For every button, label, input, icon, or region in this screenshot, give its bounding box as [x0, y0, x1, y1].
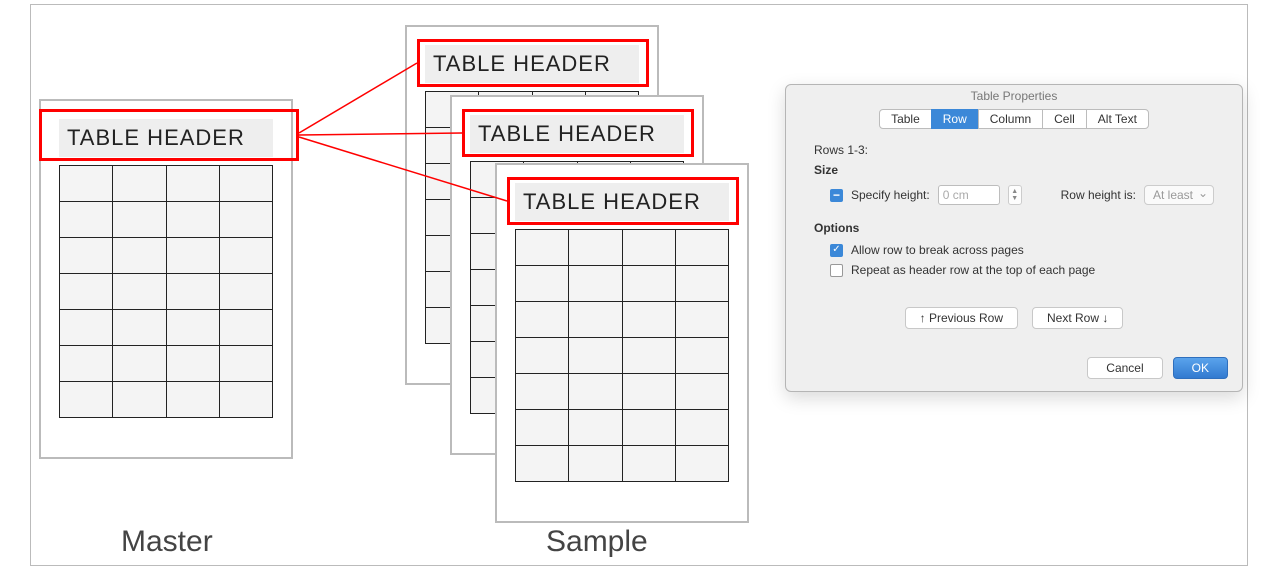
- dialog-title: Table Properties: [786, 85, 1242, 107]
- height-stepper[interactable]: ▲ ▼: [1008, 185, 1022, 205]
- row-height-is-dropdown[interactable]: At least: [1144, 185, 1214, 205]
- table-row: [516, 374, 729, 410]
- table-row: [516, 230, 729, 266]
- repeat-header-row: Repeat as header row at the top of each …: [830, 263, 1214, 277]
- table-row: [60, 274, 273, 310]
- sample3-table-header: TABLE HEADER: [515, 183, 729, 221]
- specify-height-input[interactable]: 0 cm: [938, 185, 1000, 205]
- tab-row[interactable]: Row: [931, 109, 979, 129]
- specify-height-label: Specify height:: [851, 188, 930, 202]
- tab-cell[interactable]: Cell: [1042, 109, 1087, 129]
- row-height-is-label: Row height is:: [1061, 188, 1136, 202]
- table-row: [60, 382, 273, 418]
- size-section-title: Size: [814, 163, 1214, 177]
- repeat-header-checkbox[interactable]: [830, 264, 843, 277]
- chevron-up-icon: ▲: [1011, 188, 1018, 195]
- previous-row-button[interactable]: ↑ Previous Row: [905, 307, 1018, 329]
- specify-height-checkbox[interactable]: −: [830, 189, 843, 202]
- rows-range-label: Rows 1-3:: [814, 143, 1214, 157]
- table-row: [60, 202, 273, 238]
- cancel-button[interactable]: Cancel: [1087, 357, 1162, 379]
- allow-break-row: ✓ Allow row to break across pages: [830, 243, 1214, 257]
- sample1-table-header: TABLE HEADER: [425, 45, 639, 83]
- specify-height-row: − Specify height: 0 cm ▲ ▼ Row height is…: [830, 185, 1214, 205]
- table-row: [516, 446, 729, 482]
- table-row: [60, 310, 273, 346]
- sample3-table-grid: [515, 229, 729, 482]
- ok-button[interactable]: OK: [1173, 357, 1228, 379]
- next-row-button[interactable]: Next Row ↓: [1032, 307, 1123, 329]
- table-row: [516, 266, 729, 302]
- tab-alt-text[interactable]: Alt Text: [1086, 109, 1149, 129]
- dialog-tabs: Table Row Column Cell Alt Text: [786, 109, 1242, 129]
- master-table-header: TABLE HEADER: [59, 119, 273, 157]
- table-row: [516, 410, 729, 446]
- dialog-footer: Cancel OK: [786, 347, 1242, 391]
- dialog-body: Rows 1-3: Size − Specify height: 0 cm ▲ …: [786, 143, 1242, 347]
- allow-break-checkbox[interactable]: ✓: [830, 244, 843, 257]
- table-row: [60, 166, 273, 202]
- sample-label: Sample: [546, 525, 648, 559]
- dialog-nav: ↑ Previous Row Next Row ↓: [814, 307, 1214, 329]
- table-row: [516, 338, 729, 374]
- table-row: [60, 346, 273, 382]
- sample2-table-header: TABLE HEADER: [470, 115, 684, 153]
- master-table-grid: [59, 165, 273, 418]
- repeat-header-label: Repeat as header row at the top of each …: [851, 263, 1095, 277]
- tab-column[interactable]: Column: [978, 109, 1043, 129]
- table-row: [60, 238, 273, 274]
- master-label: Master: [121, 525, 213, 559]
- sample-page-3: TABLE HEADER: [495, 163, 749, 523]
- table-properties-dialog: Table Properties Table Row Column Cell A…: [785, 84, 1243, 392]
- options-section-title: Options: [814, 221, 1214, 235]
- tab-table[interactable]: Table: [879, 109, 932, 129]
- master-page: TABLE HEADER: [39, 99, 293, 459]
- table-row: [516, 302, 729, 338]
- chevron-down-icon: ▼: [1011, 195, 1018, 202]
- allow-break-label: Allow row to break across pages: [851, 243, 1024, 257]
